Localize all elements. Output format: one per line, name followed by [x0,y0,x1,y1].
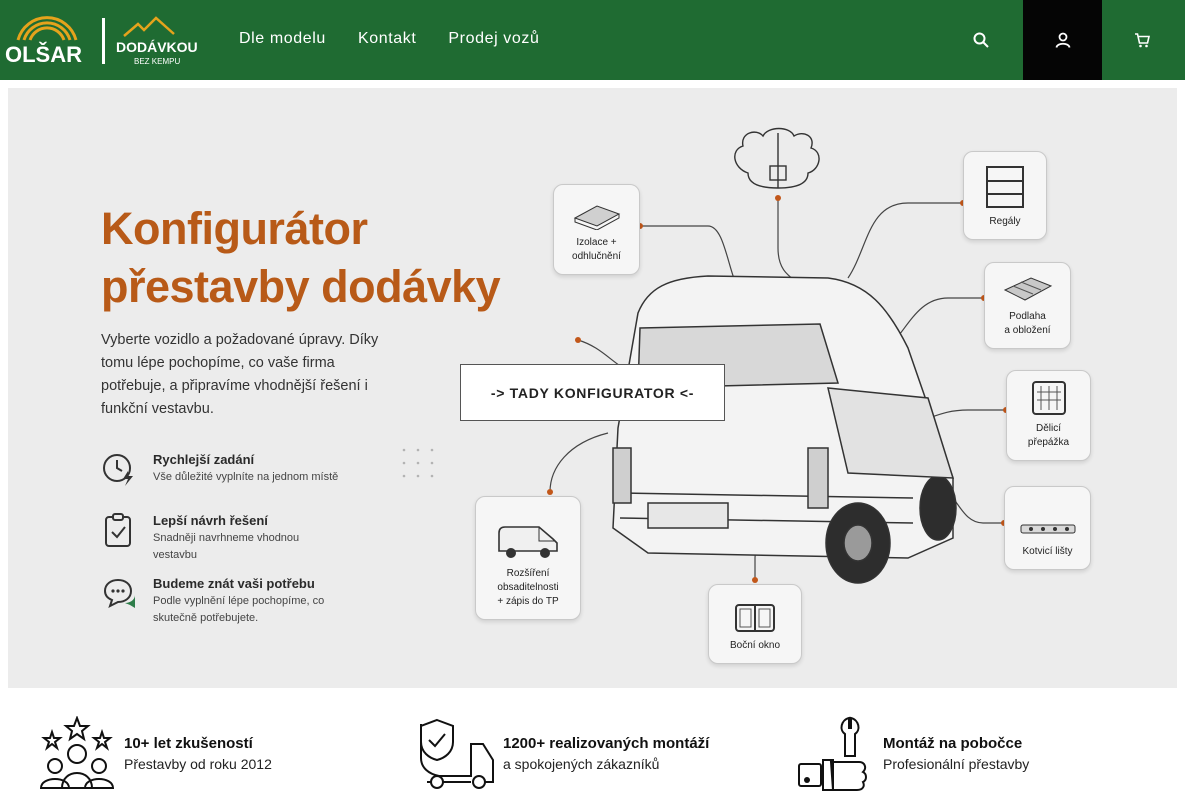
option-card-label: odhlučnění [572,251,621,262]
usp-subtitle: Přestavby od roku 2012 [124,756,272,772]
cart-button[interactable] [1102,0,1181,80]
brain-icon [734,127,820,189]
option-card-label: obsaditelnosti [497,582,559,593]
nav-item-contact[interactable]: Kontakt [358,30,416,48]
hero-banner: Konfigurátor přestavby dodávky Vyberte v… [8,88,1177,688]
option-card-seats[interactable]: Rozšíření obsaditelnosti + zápis do TP [475,496,581,620]
option-card-label: a obložení [1004,325,1051,336]
hero-feature-subtitle: Podle vyplnění lépe pochopíme, co skuteč… [153,595,325,624]
hero-feature-subtitle: Snadněji navrhneme vhodnou vestavbu [153,532,300,561]
option-card-insulation[interactable]: Izolace + odhlučnění [553,184,640,275]
clipboard-check-icon [105,513,131,547]
hero-feature-item: Rychlejší zadání Vše důležité vyplníte n… [101,451,343,487]
hero-description: Vyberte vozidlo a požadované úpravy. Dík… [101,332,379,417]
site-header: OLŠAR DODÁVKOU BEZ KEMPU Dle modelu Kont… [0,0,1185,80]
wrench-thumb-icon [798,716,867,791]
option-card-label: Regály [989,216,1021,227]
van-seats-icon [498,526,558,558]
option-card-partition[interactable]: Dělicí přepážka [1006,370,1091,461]
hero-title-line-2: přestavby dodávky [101,261,501,312]
brand-logo[interactable]: OLŠAR DODÁVKOU BEZ KEMPU [4,14,206,68]
option-card-label: Boční okno [729,640,781,651]
usp-item: Montáž na pobočce Profesionální přestavb… [797,716,1029,792]
cart-icon [1134,33,1150,48]
option-card-label: Dělicí [1035,423,1061,434]
usp-subtitle: Profesionální přestavby [883,756,1030,772]
search-icon [973,32,989,48]
usp-title: Montáž na pobočce [883,735,1023,752]
truck-shield-icon [420,718,494,789]
clock-bolt-icon [103,454,133,486]
stars-people-icon [39,716,115,789]
partition-grid-icon [1031,381,1066,415]
usp-item: 1200+ realizovaných montáží a spokojenýc… [417,716,709,792]
hero-feature-item: Budeme znát vaši potřebu Podle vyplnění … [101,575,343,627]
usp-title: 10+ let zkušeností [124,735,253,752]
option-card-window[interactable]: Boční okno [708,584,802,664]
brand-tagline: BEZ KEMPU [134,57,180,66]
van-illustration [612,275,957,584]
hero-feature-subtitle: Vše důležité vyplníte na jednom místě [153,471,339,483]
account-button[interactable] [1023,0,1102,80]
hero-feature-title: Lepší návrh řešení [153,513,268,528]
configurator-button[interactable]: -> TADY KONFIGURATOR <- [460,364,725,421]
option-card-floor[interactable]: Podlaha a obložení [984,262,1071,349]
option-card-label: + zápis do TP [497,596,559,607]
search-button[interactable] [941,0,1020,80]
main-nav: Dle modelu Kontakt Prodej vozů [239,30,540,48]
option-card-label: přepážka [1027,437,1070,448]
chat-bubbles-icon [103,578,135,608]
usp-item: 10+ let zkušeností Přestavby od roku 201… [38,716,272,792]
hero-title-line-1: Konfigurátor [101,203,368,254]
brand-sub-name: DODÁVKOU [116,39,198,55]
brand-name: OLŠAR [5,42,82,67]
nav-item-vehicle-sales[interactable]: Prodej vozů [448,30,539,48]
nav-item-by-model[interactable]: Dle modelu [239,30,326,48]
floor-panel-icon [1003,277,1052,301]
user-icon [1055,32,1070,48]
usp-subtitle: a spokojených zákazníků [503,756,660,772]
option-card-rails[interactable]: Kotvicí lišty [1004,486,1091,570]
hero-feature-title: Rychlejší zadání [153,452,255,467]
option-card-label: Rozšíření [506,568,550,579]
option-card-label: Kotvicí lišty [1022,546,1073,557]
hero-feature-title: Budeme znát vaši potřebu [153,576,315,591]
usp-title: 1200+ realizovaných montáží [503,735,710,752]
option-card-shelves[interactable]: Regály [963,151,1047,240]
option-card-label: Izolace + [576,237,617,248]
option-card-label: Podlaha [1009,311,1046,322]
hero-title: Konfigurátor přestavby dodávky [101,200,501,316]
hero-feature-item: Lepší návrh řešení Snadněji navrhneme vh… [101,512,343,564]
window-icon [735,604,775,632]
shelves-icon [986,166,1024,208]
anchor-rail-icon [1020,524,1075,534]
insulation-panel-icon [573,205,620,230]
